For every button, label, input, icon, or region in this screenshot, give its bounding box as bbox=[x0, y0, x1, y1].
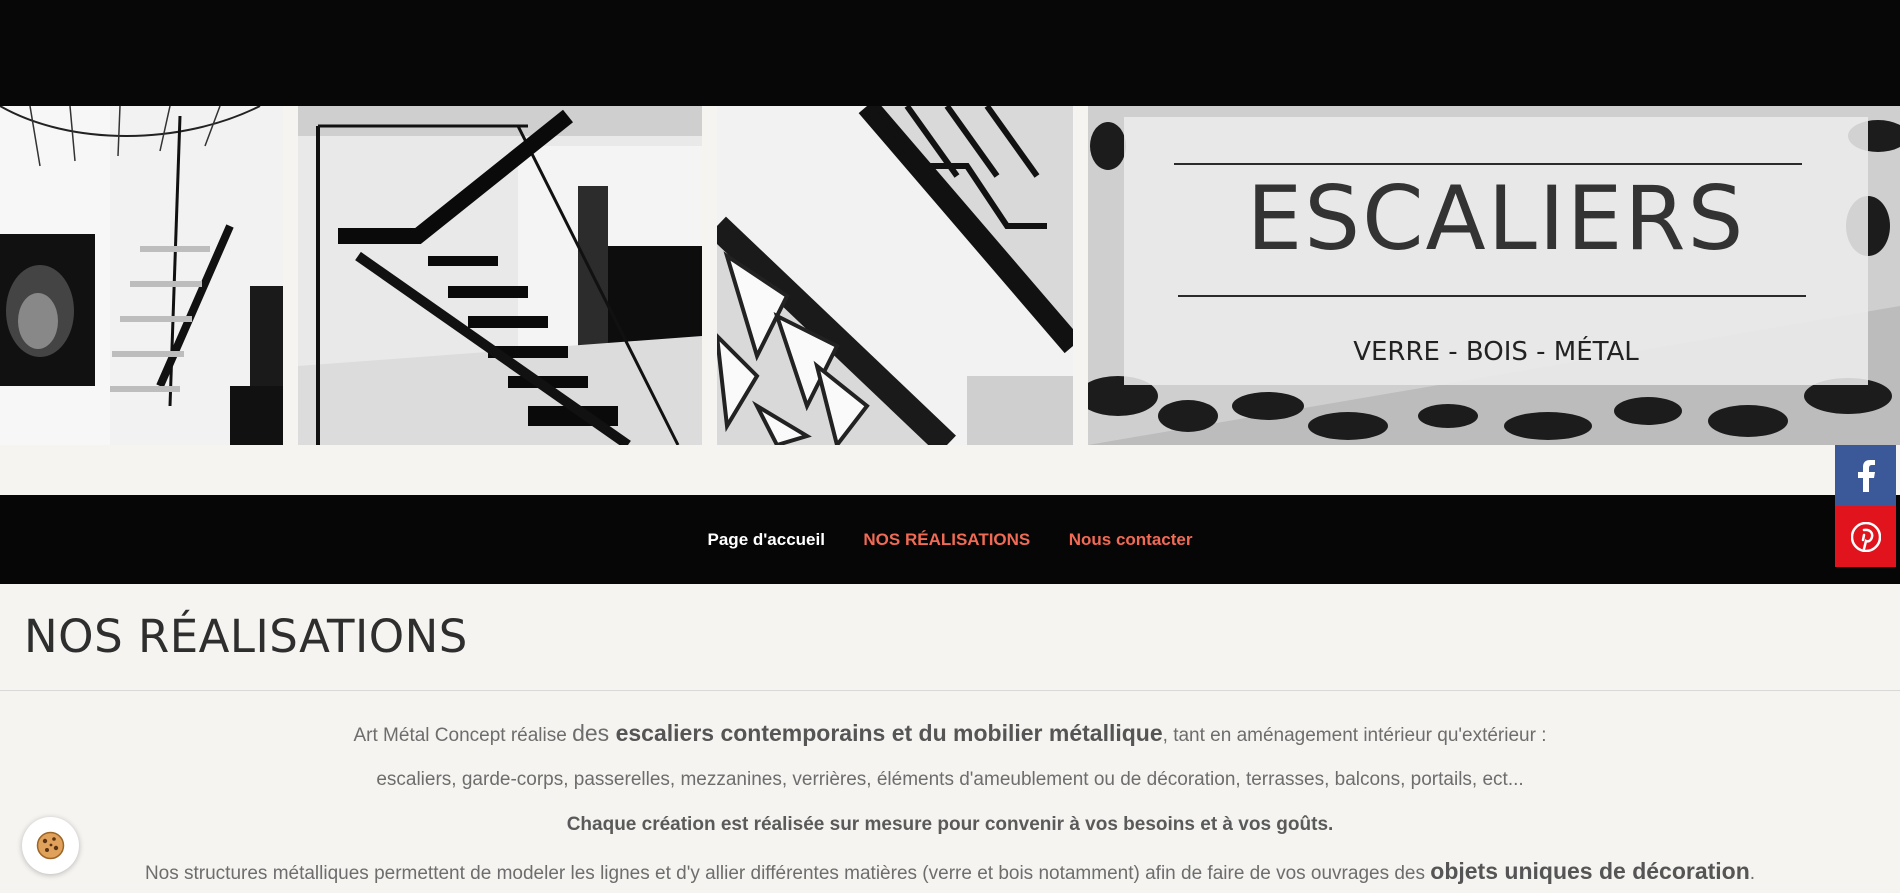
intro-text: Art Métal Concept réalise bbox=[353, 725, 573, 746]
intro-text: . bbox=[1749, 863, 1756, 884]
intro-paragraph-2: escaliers, garde-corps, passerelles, mez… bbox=[376, 769, 1524, 790]
intro-text: Nos structures métalliques permettent de… bbox=[144, 863, 1431, 884]
banner-line-bottom bbox=[1178, 295, 1806, 297]
nav-item-realisations[interactable]: NOS RÉALISATIONS bbox=[863, 495, 1030, 584]
nav-item-home[interactable]: Page d'accueil bbox=[708, 495, 825, 584]
nav-item-contact[interactable]: Nous contacter bbox=[1069, 495, 1193, 584]
photo-railing-detail bbox=[717, 106, 1073, 445]
photo-ornamental-shadow: ESCALIERS VERRE - BOIS - MÉTAL bbox=[1088, 106, 1900, 445]
banner-subtitle: VERRE - BOIS - MÉTAL bbox=[1353, 337, 1639, 367]
cookie-icon bbox=[36, 831, 65, 860]
pinterest-icon bbox=[1850, 521, 1881, 552]
intro-highlight: objets uniques de décoration bbox=[1430, 858, 1750, 884]
intro-text: des bbox=[572, 720, 616, 746]
page-title: NOS RÉALISATIONS bbox=[24, 610, 468, 663]
top-bar bbox=[0, 0, 1900, 106]
title-divider bbox=[0, 690, 1900, 691]
facebook-icon bbox=[1857, 459, 1875, 492]
intro-highlight: escaliers contemporains et du mobilier m… bbox=[615, 720, 1163, 746]
intro-paragraph-3: Chaque création est réalisée sur mesure … bbox=[566, 814, 1334, 835]
photo-straight-staircase bbox=[298, 106, 702, 445]
intro-paragraph-1: Art Métal Concept réalise des escaliers … bbox=[0, 720, 1900, 747]
photo-spiral-staircase bbox=[0, 106, 283, 445]
banner-line-top bbox=[1174, 163, 1802, 165]
intro-text: , tant en aménagement intérieur qu'extér… bbox=[1162, 725, 1547, 746]
cookie-settings-button[interactable] bbox=[22, 817, 79, 874]
main-navigation: Page d'accueil NOS RÉALISATIONS Nous con… bbox=[0, 495, 1900, 584]
pinterest-share-button[interactable] bbox=[1835, 506, 1896, 567]
hero-banner: ESCALIERS VERRE - BOIS - MÉTAL bbox=[0, 106, 1900, 445]
nav-menu: Page d'accueil NOS RÉALISATIONS Nous con… bbox=[0, 495, 1900, 584]
intro-paragraph-4: Nos structures métalliques permettent de… bbox=[0, 858, 1900, 885]
facebook-share-button[interactable] bbox=[1835, 445, 1896, 506]
banner-title-box: ESCALIERS VERRE - BOIS - MÉTAL bbox=[1124, 117, 1868, 385]
banner-title: ESCALIERS bbox=[1246, 167, 1746, 270]
